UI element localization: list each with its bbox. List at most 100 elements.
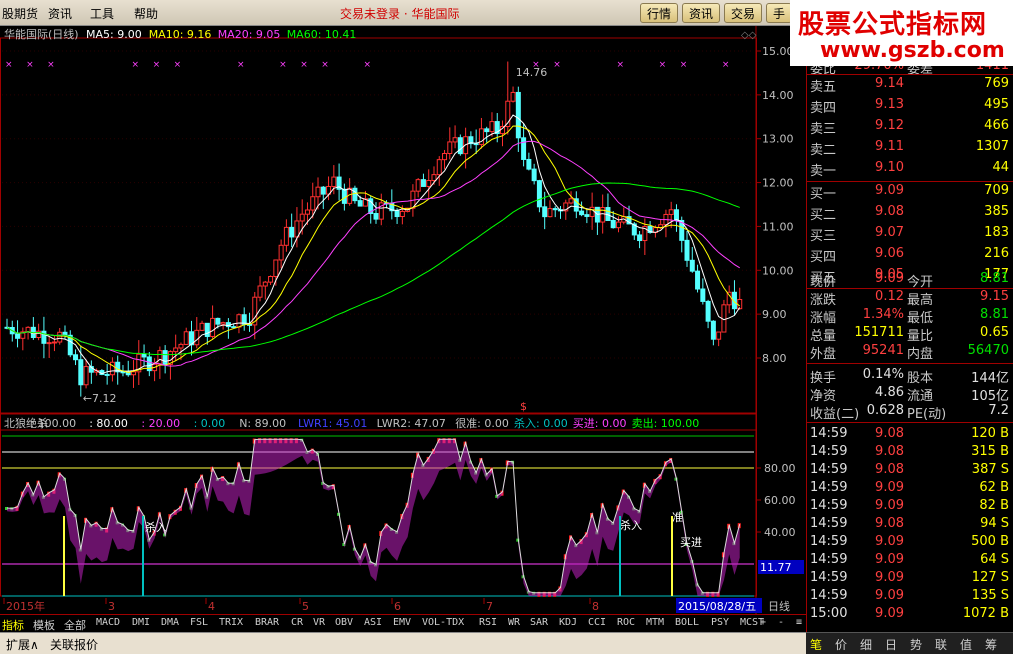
stats-row-1-value: 4.86 [875, 385, 904, 400]
candle-body [737, 299, 743, 310]
tick-price: 9.09 [875, 534, 904, 549]
indicator-tab-psy[interactable]: PSY [711, 617, 729, 628]
price-label-6: 9.00 [762, 308, 787, 321]
quote-row-1-key2: 最高 [907, 293, 934, 308]
indicator-tab-boll[interactable]: BOLL [675, 617, 699, 628]
quote-row-4-value2: 56470 [967, 343, 1009, 358]
candle-body [352, 187, 358, 202]
kline-chart[interactable]: 华能国际(日线) MA5: 9.00 MA10: 9.16 MA20: 9.05 MA6… [0, 26, 806, 614]
candle-body [420, 179, 426, 187]
candle-body [668, 209, 674, 215]
quote-row-2-label: 涨幅 [810, 311, 837, 326]
ind-axis-label-0: 80.00 [764, 462, 796, 475]
panel-tab-4[interactable]: 势 [910, 636, 922, 653]
candle-body [705, 300, 711, 322]
quote-row-1-value2: 9.15 [980, 289, 1009, 304]
panel-tab-7[interactable]: 筹 [985, 636, 997, 653]
related-quotes-link[interactable]: 关联报价 [50, 636, 98, 653]
indicator-tab-cci[interactable]: CCI [588, 617, 606, 628]
candle-body [447, 141, 453, 155]
tab-indicator[interactable]: 指标 [2, 617, 24, 633]
indicator-tab-sar[interactable]: SAR [530, 617, 548, 628]
indicator-tab-asi[interactable]: ASI [364, 617, 382, 628]
panel-tab-0[interactable]: 笔 [810, 636, 822, 653]
stats-row-0: 换手 0.14% 股本 144亿 [807, 367, 1013, 386]
quote-row-1-label: 涨跌 [810, 293, 837, 308]
panel-tab-3[interactable]: 日 [885, 636, 897, 653]
candle-body [637, 234, 643, 242]
indicator-tab-brar[interactable]: BRAR [255, 617, 279, 628]
candle-body [489, 121, 495, 133]
indicator-tab-trix[interactable]: TRIX [219, 617, 243, 628]
candle-body [73, 354, 79, 361]
buy-level-1-label: 买一 [810, 187, 837, 202]
signal-marker: × [279, 60, 287, 70]
zoom-out-button[interactable]: - [778, 617, 784, 628]
indicator-tab-cr[interactable]: CR [291, 617, 303, 628]
menu-help[interactable]: 帮助 [134, 5, 158, 22]
more-button[interactable]: 手 [766, 3, 793, 23]
quote-button[interactable]: 行情 [640, 3, 679, 23]
tick-row: 14:59 9.09 500 B [807, 534, 1013, 552]
indicator-tab-kdj[interactable]: KDJ [559, 617, 577, 628]
menu-button[interactable]: ≡ [796, 617, 802, 628]
tick-row: 14:59 9.08 94 S [807, 516, 1013, 534]
indicator-tab-obv[interactable]: OBV [335, 617, 353, 628]
indicator-tab-wr[interactable]: WR [508, 617, 520, 628]
panel-tab-1[interactable]: 价 [835, 636, 847, 653]
expand-toggle[interactable]: 扩展∧ [6, 636, 39, 653]
candle-body [710, 320, 716, 340]
indicator-header-8: 很准: 0.00 [455, 416, 509, 430]
menu-news[interactable]: 资讯 [48, 5, 72, 22]
tick-price: 9.08 [875, 444, 904, 459]
indicator-tab-dmi[interactable]: DMI [132, 617, 150, 628]
price-label-7: 8.00 [762, 352, 787, 365]
candle-body [399, 210, 405, 218]
tab-template[interactable]: 模板 [33, 617, 55, 633]
candle-body [104, 373, 110, 376]
candle-body [278, 244, 284, 261]
indicator-tab-emv[interactable]: EMV [393, 617, 411, 628]
chart-area[interactable]: 华能国际(日线) MA5: 9.00 MA10: 9.16 MA20: 9.05 MA6… [0, 26, 806, 614]
indicator-tab-macd[interactable]: MACD [96, 617, 120, 628]
indicator-tab-vol-tdx[interactable]: VOL-TDX [422, 617, 464, 628]
indicator-header-5: N: 89.00 [239, 417, 286, 430]
indicator-tab-rsi[interactable]: RSI [479, 617, 497, 628]
tick-row: 14:59 9.09 135 S [807, 588, 1013, 606]
panel-divider [807, 363, 1013, 364]
tab-all[interactable]: 全部 [64, 617, 86, 633]
sell-level-5: 卖五 9.14 769 [807, 76, 1013, 95]
indicator-tab-roc[interactable]: ROC [617, 617, 635, 628]
candles [4, 61, 743, 397]
buy-level-2-value: 9.08 [875, 204, 904, 219]
sell-level-4: 卖四 9.13 495 [807, 97, 1013, 116]
panel-tab-6[interactable]: 值 [960, 636, 972, 653]
tick-price: 9.08 [875, 516, 904, 531]
buy-level-2-value2: 385 [984, 204, 1009, 219]
period-label: 日线 [768, 599, 790, 613]
indicator-tab-dma[interactable]: DMA [161, 617, 179, 628]
signal-marker: × [153, 60, 161, 70]
panel-divider [807, 181, 1013, 182]
menu-tools[interactable]: 工具 [90, 5, 114, 22]
signal-marker: × [47, 60, 55, 70]
ind-signal-label-2: 准 [672, 511, 683, 524]
zoom-in-button[interactable]: + [760, 617, 766, 628]
price-label-5: 10.00 [762, 264, 794, 277]
indicator-tab-mtm[interactable]: MTM [646, 617, 664, 628]
tick-time: 14:59 [810, 516, 848, 531]
indicator-header-2: : 80.00 [89, 417, 128, 430]
sell-level-3-label: 卖三 [810, 122, 837, 137]
panel-tab-2[interactable]: 细 [860, 636, 872, 653]
date-label-5: 7 [486, 600, 493, 613]
trade-button[interactable]: 交易 [724, 3, 763, 23]
menu-futures[interactable]: 股期货 [2, 5, 38, 22]
indicator-tab-fsl[interactable]: FSL [190, 617, 208, 628]
stats-row-0-label: 换手 [810, 371, 837, 386]
news-button[interactable]: 资讯 [682, 3, 721, 23]
panel-tab-5[interactable]: 联 [935, 636, 947, 653]
tick-time: 14:59 [810, 480, 848, 495]
stats-row-1-key2: 流通 [907, 389, 934, 404]
watermark-url: www.gszb.com [820, 38, 1005, 63]
indicator-tab-vr[interactable]: VR [313, 617, 325, 628]
